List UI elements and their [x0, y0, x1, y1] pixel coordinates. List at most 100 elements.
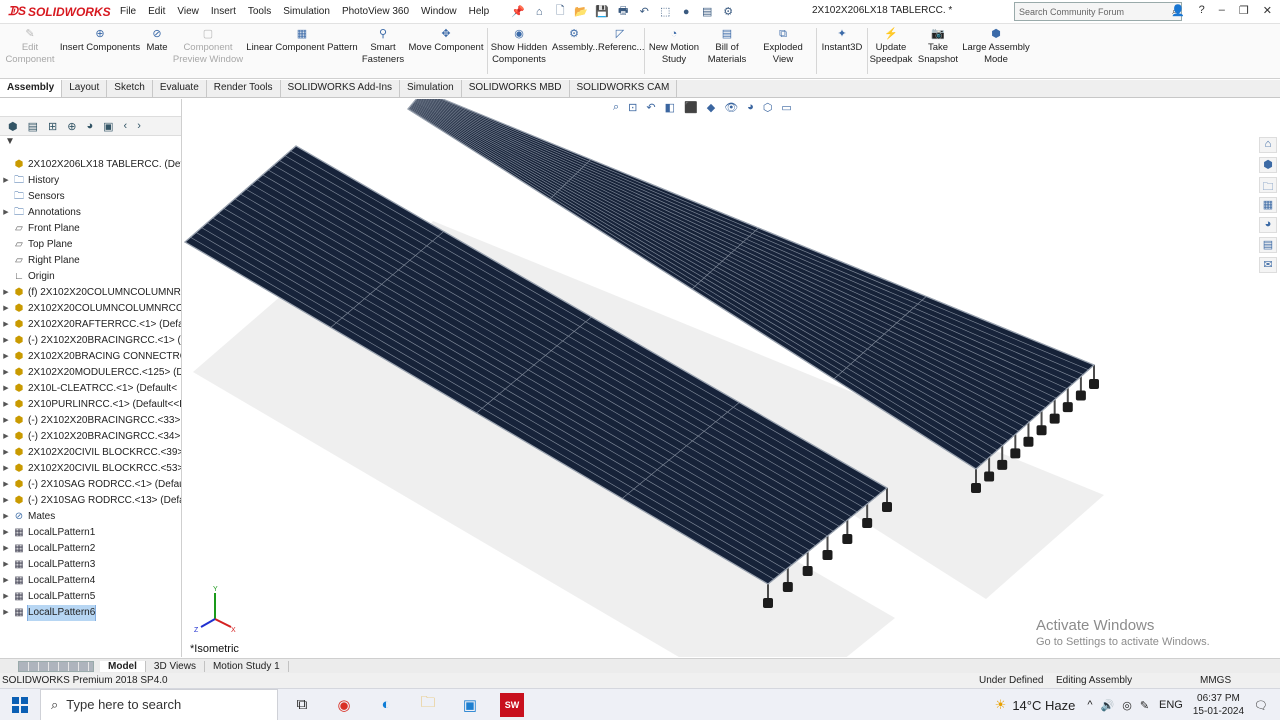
notifications-icon[interactable]: 🗨: [1254, 699, 1268, 712]
rebuild-icon[interactable]: ●: [679, 6, 693, 18]
expand-arrow-icon[interactable]: ▶: [0, 589, 12, 605]
bill-of-materials-button[interactable]: ▤ Bill of Materials: [704, 28, 750, 66]
file-properties-icon[interactable]: ▤: [700, 5, 714, 18]
assembly-features-button[interactable]: ⚙ Assembly...: [552, 28, 600, 54]
instant3d-button[interactable]: ✦ Instant3D: [819, 28, 865, 54]
mate-button[interactable]: ⊘ Mate: [142, 28, 172, 54]
tab-solidworks-add-ins[interactable]: SOLIDWORKS Add-Ins: [281, 80, 401, 97]
apply-scene-icon[interactable]: ⬡: [763, 101, 773, 114]
file-explorer-icon[interactable]: 🗀: [1259, 177, 1277, 193]
property-manager-icon[interactable]: ▤: [28, 120, 38, 133]
tree-item[interactable]: ▶ ▦ LocalLPattern1: [0, 525, 181, 541]
design-library-icon[interactable]: ⬢: [1259, 157, 1277, 173]
exploded-view-button[interactable]: ⧉ Exploded View: [752, 28, 814, 66]
restore-button[interactable]: ❐: [1239, 4, 1249, 17]
solidworks-taskbar-icon[interactable]: SW: [500, 692, 524, 717]
home-icon[interactable]: ⌂: [532, 6, 546, 18]
pin-icon[interactable]: 📌: [511, 5, 525, 18]
tree-item[interactable]: ▶ ⬢ 2X102X20CIVIL BLOCKRCC.<53>: [0, 461, 181, 477]
previous-view-icon[interactable]: ↶: [646, 101, 655, 114]
tree-item[interactable]: ▶ ⬢ 2X102X20RAFTERRCC.<1> (Defa: [0, 317, 181, 333]
open-icon[interactable]: 📂: [574, 5, 588, 18]
linear-component-pattern-button[interactable]: ▦ Linear Component Pattern: [246, 28, 358, 54]
chevron-left-icon[interactable]: ‹: [124, 120, 128, 132]
tree-item[interactable]: ▶ ⬢ (-) 2X102X20BRACINGRCC.<34>: [0, 429, 181, 445]
tab-layout[interactable]: Layout: [62, 80, 108, 97]
expand-arrow-icon[interactable]: ▶: [0, 525, 12, 541]
expand-arrow-icon[interactable]: ▶: [0, 429, 12, 445]
zoom-to-fit-icon[interactable]: ⌕: [613, 101, 619, 114]
expand-arrow-icon[interactable]: ▶: [0, 541, 12, 557]
tab-navigation-arrows[interactable]: [18, 660, 94, 672]
tree-item[interactable]: ▶ ▦ LocalLPattern3: [0, 557, 181, 573]
tab-solidworks-cam[interactable]: SOLIDWORKS CAM: [570, 80, 678, 97]
tree-item[interactable]: ▶ ⬢ 2X10PURLINRCC.<1> (Default<<I: [0, 397, 181, 413]
tree-item[interactable]: ▶ ⬢ 2X102X20COLUMNCOLUMNRCC.: [0, 301, 181, 317]
search-community-forum[interactable]: Search Community Forum ⌕: [1014, 2, 1182, 21]
tab-model[interactable]: Model: [100, 660, 146, 672]
expand-arrow-icon[interactable]: ▶: [0, 397, 12, 413]
new-motion-study-button[interactable]: ◔ New Motion Study: [646, 28, 702, 66]
expand-arrow-icon[interactable]: ▶: [0, 477, 12, 493]
tab-render-tools[interactable]: Render Tools: [207, 80, 281, 97]
filter-icon[interactable]: ▼: [0, 136, 181, 150]
tree-item[interactable]: ▶ ⬢ 2X102X20MODULERCC.<125> (D: [0, 365, 181, 381]
tree-item[interactable]: ∟ Origin: [0, 269, 181, 285]
user-icon[interactable]: 👤: [1171, 4, 1185, 17]
expand-arrow-icon[interactable]: ▶: [0, 317, 12, 333]
view-settings-icon[interactable]: ▭: [781, 101, 791, 114]
photos-app-icon[interactable]: ▣: [458, 693, 482, 717]
menu-insert[interactable]: Insert: [211, 4, 236, 19]
windows-start-button[interactable]: [0, 689, 40, 720]
tree-item[interactable]: ▱ Top Plane: [0, 237, 181, 253]
tree-item[interactable]: ▶ ▦ LocalLPattern6: [0, 605, 181, 621]
options-gear-icon[interactable]: ⚙: [721, 5, 735, 18]
menu-help[interactable]: Help: [469, 4, 490, 19]
expand-arrow-icon[interactable]: ▶: [0, 301, 12, 317]
expand-arrow-icon[interactable]: ▶: [0, 573, 12, 589]
menu-simulation[interactable]: Simulation: [283, 4, 330, 19]
pen-icon[interactable]: ✎: [1140, 699, 1149, 712]
appearances-icon[interactable]: ◕: [1259, 217, 1277, 233]
menu-edit[interactable]: Edit: [148, 4, 165, 19]
expand-arrow-icon[interactable]: ▶: [0, 365, 12, 381]
menu-window[interactable]: Window: [421, 4, 457, 19]
update-speedpak-button[interactable]: ⚡ Update Speedpak: [869, 28, 913, 66]
show-hidden-icons-chevron-icon[interactable]: ^: [1087, 699, 1092, 712]
feature-manager-icon[interactable]: ⬢: [8, 120, 18, 133]
chrome-icon[interactable]: ◉: [332, 693, 356, 717]
tree-item[interactable]: ▶ ⬢ (f) 2X102X20COLUMNCOLUMNRC: [0, 285, 181, 301]
expand-arrow-icon[interactable]: ▶: [0, 413, 12, 429]
tree-root-assembly[interactable]: ⬢ 2X102X206LX18 TABLERCC. (Default: [0, 157, 181, 173]
tree-item[interactable]: ▶ ▦ LocalLPattern2: [0, 541, 181, 557]
tree-item[interactable]: ▶ ⬢ (-) 2X10SAG RODRCC.<13> (Defa: [0, 493, 181, 509]
tree-item[interactable]: 🗀 Sensors: [0, 189, 181, 205]
tab-3d-views[interactable]: 3D Views: [146, 660, 205, 672]
menu-tools[interactable]: Tools: [248, 4, 271, 19]
tree-item[interactable]: ▱ Right Plane: [0, 253, 181, 269]
network-icon[interactable]: ◎: [1122, 699, 1132, 712]
hide-show-items-icon[interactable]: 👁: [724, 101, 738, 114]
tree-item[interactable]: ▶ ⊘ Mates: [0, 509, 181, 525]
expand-arrow-icon[interactable]: ▶: [0, 509, 12, 525]
graphics-area[interactable]: ⌕ ⊡ ↶ ◧ ⬛ ◆ 👁 ◕ ⬡ ▭ Y X Z *Isometric: [183, 99, 1256, 657]
tree-item[interactable]: ▶ ⬢ (-) 2X102X20BRACINGRCC.<33>: [0, 413, 181, 429]
units-selector[interactable]: MMGS: [1200, 673, 1231, 688]
taskbar-search-box[interactable]: ⌕ Type here to search: [40, 688, 278, 720]
expand-arrow-icon[interactable]: ▶: [0, 445, 12, 461]
task-view-icon[interactable]: ⧉: [290, 693, 314, 717]
expand-arrow-icon[interactable]: ▶: [0, 349, 12, 365]
display-manager-icon[interactable]: ◕: [86, 120, 93, 132]
expand-arrow-icon[interactable]: ▶: [0, 605, 12, 621]
expand-arrow-icon[interactable]: ▶: [0, 205, 12, 221]
tab-simulation[interactable]: Simulation: [400, 80, 462, 97]
save-icon[interactable]: 💾: [595, 5, 609, 18]
clock[interactable]: 06:37 PM 15-01-2024: [1193, 692, 1244, 718]
show-hidden-components-button[interactable]: ◉ Show Hidden Components: [490, 28, 548, 66]
weather-widget[interactable]: ☀ 14°C Haze: [995, 697, 1076, 713]
tab-solidworks-mbd[interactable]: SOLIDWORKS MBD: [462, 80, 570, 97]
forum-icon[interactable]: ✉: [1259, 257, 1277, 273]
expand-arrow-icon[interactable]: ▶: [0, 173, 12, 189]
menu-view[interactable]: View: [177, 4, 199, 19]
tree-item[interactable]: ▶ 🗀 Annotations: [0, 205, 181, 221]
